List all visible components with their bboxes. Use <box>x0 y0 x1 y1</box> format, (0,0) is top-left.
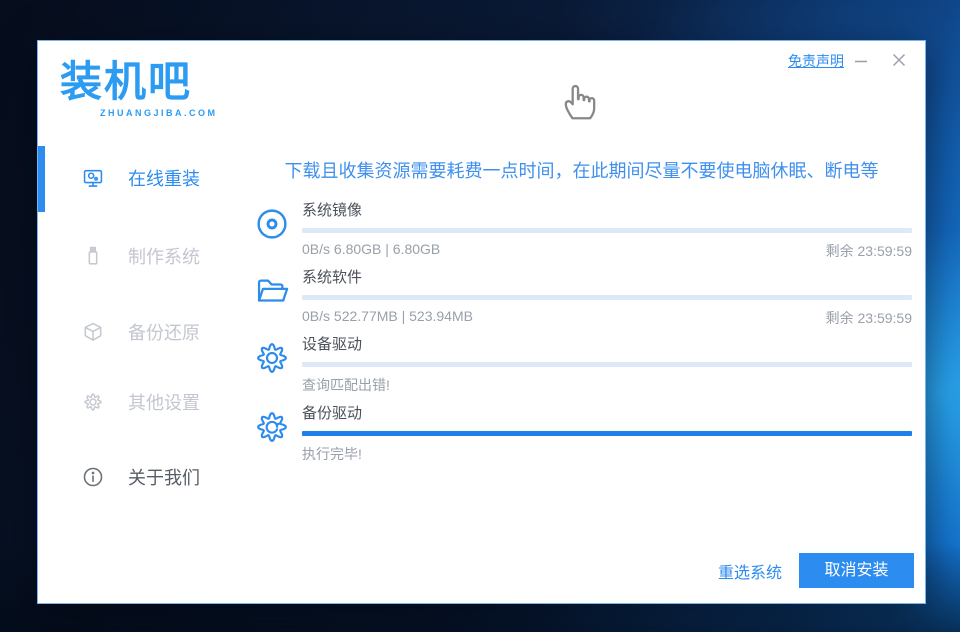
task-time-remaining: 剩余 23:59:59 <box>826 308 912 328</box>
task-time-remaining: 剩余 23:59:59 <box>826 241 912 261</box>
task-status: 查询匹配出错! <box>302 375 390 395</box>
logo-title: 装机吧 <box>60 61 218 103</box>
progress-bar <box>302 362 912 367</box>
task-status: 执行完毕! <box>302 444 362 464</box>
task-title: 设备驱动 <box>302 333 912 354</box>
info-icon <box>82 466 104 488</box>
gear-sync-icon <box>253 408 291 446</box>
usb-icon <box>82 245 104 267</box>
task-title: 备份驱动 <box>302 402 912 423</box>
task-row-system-software: 系统软件 0B/s 522.77MB | 523.94MB 剩余 23:59:5… <box>253 266 912 328</box>
app-logo: 装机吧 ZHUANGJIBA.COM <box>60 61 218 118</box>
cancel-install-button[interactable]: 取消安装 <box>799 553 914 588</box>
reselect-system-link[interactable]: 重选系统 <box>718 559 782 583</box>
minimize-icon <box>853 53 869 69</box>
logo-subtitle: ZHUANGJIBA.COM <box>100 108 218 118</box>
task-speed-size: 0B/s 522.77MB | 523.94MB <box>302 308 473 328</box>
desktop-background: { "window": { "disclaimer_label": "免责声明"… <box>0 0 960 632</box>
task-title: 系统软件 <box>302 266 912 287</box>
sidebar-item-make-system[interactable]: 制作系统 <box>82 243 200 269</box>
task-row-system-image: 系统镜像 0B/s 6.80GB | 6.80GB 剩余 23:59:59 <box>253 199 912 261</box>
close-button[interactable] <box>888 49 910 71</box>
monitor-icon <box>82 167 104 189</box>
close-icon <box>891 52 907 68</box>
progress-bar <box>302 431 912 436</box>
disclaimer-link[interactable]: 免责声明 <box>788 51 844 71</box>
gear-icon <box>253 339 291 377</box>
minimize-button[interactable] <box>850 50 872 72</box>
task-row-backup-driver: 备份驱动 执行完毕! <box>253 402 912 464</box>
sidebar-item-other-settings[interactable]: 其他设置 <box>82 389 200 415</box>
sidebar-item-online-reinstall[interactable]: 在线重装 <box>82 165 200 191</box>
sidebar-item-label: 关于我们 <box>128 464 200 490</box>
task-row-device-driver: 设备驱动 查询匹配出错! <box>253 333 912 395</box>
gear-icon <box>82 391 104 413</box>
sidebar-item-label: 在线重装 <box>128 165 200 191</box>
backup-box-icon <box>82 321 104 343</box>
task-title: 系统镜像 <box>302 199 912 220</box>
task-speed-size: 0B/s 6.80GB | 6.80GB <box>302 241 440 261</box>
sidebar-item-label: 制作系统 <box>128 243 200 269</box>
sidebar-item-label: 备份还原 <box>128 319 200 345</box>
folder-icon <box>253 272 291 310</box>
progress-bar <box>302 228 912 233</box>
sidebar-item-label: 其他设置 <box>128 389 200 415</box>
app-window: 免责声明 装机吧 ZHUANGJIBA.COM 在线重装 <box>37 40 926 604</box>
download-notice: 下载且收集资源需要耗费一点时间，在此期间尽量不要使电脑休眠、断电等 <box>250 157 913 183</box>
sidebar-item-backup-restore[interactable]: 备份还原 <box>82 319 200 345</box>
progress-fill <box>302 431 912 436</box>
progress-bar <box>302 295 912 300</box>
sidebar-item-about-us[interactable]: 关于我们 <box>82 464 200 490</box>
sidebar-active-indicator <box>38 146 45 212</box>
disc-icon <box>253 205 291 243</box>
